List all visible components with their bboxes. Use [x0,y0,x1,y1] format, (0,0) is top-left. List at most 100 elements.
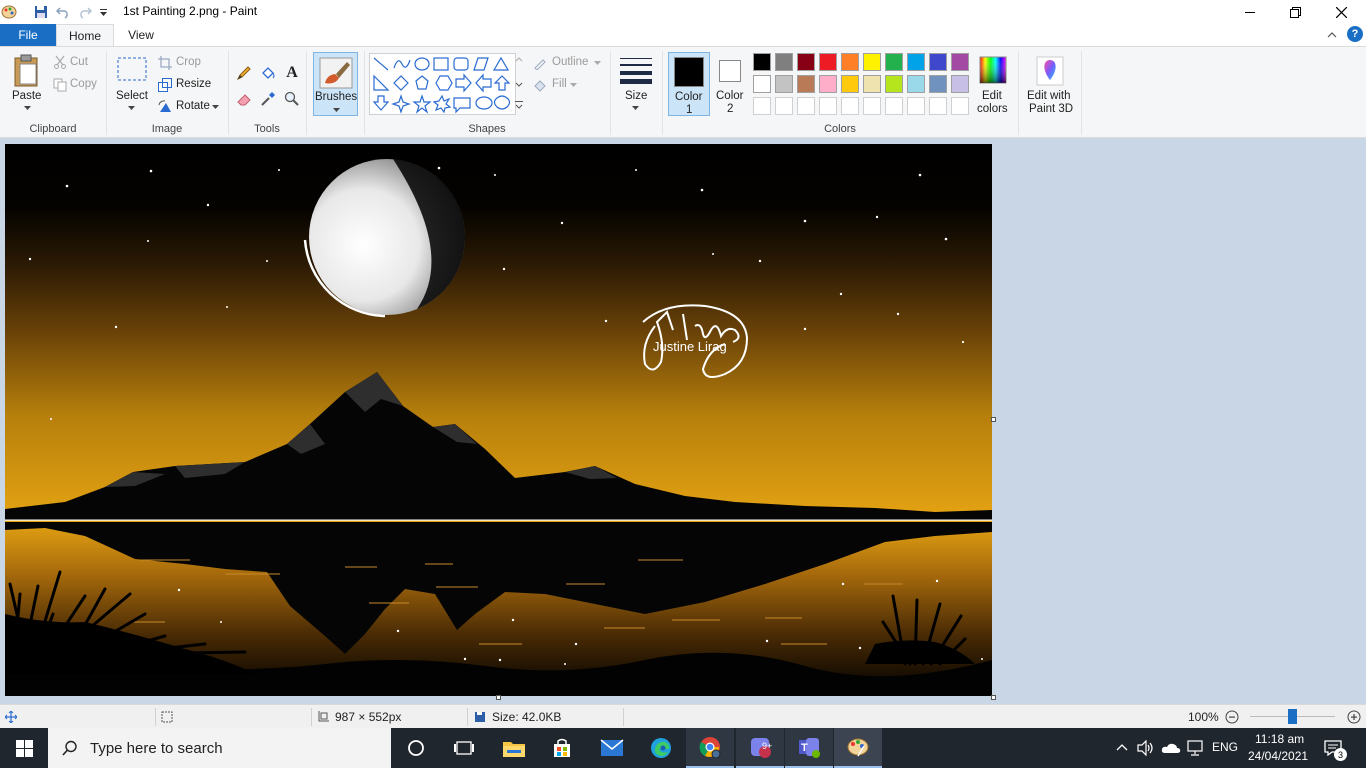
select-button[interactable]: Select [116,90,148,102]
eraser-icon[interactable] [234,89,254,109]
customize-qat-icon[interactable] [97,3,109,21]
palette-custom-slot[interactable] [841,97,859,115]
palette-swatch[interactable] [907,53,925,71]
save-icon[interactable] [32,3,50,21]
size-icon[interactable] [618,55,654,85]
text-icon[interactable]: A [282,63,302,83]
rotate-dropdown-icon[interactable] [211,104,219,110]
tab-file[interactable]: File [0,24,56,46]
paint3d-line2[interactable]: Paint 3D [1029,103,1073,115]
brushes-button[interactable]: Brushes [313,52,358,116]
crop-button[interactable]: Crop [176,56,201,68]
close-button[interactable] [1318,0,1364,24]
edit-colors-line1[interactable]: Edit [982,90,1002,102]
palette-swatch[interactable] [929,75,947,93]
palette-swatch[interactable] [885,75,903,93]
palette-custom-slot[interactable] [885,97,903,115]
fill-shape-icon[interactable] [532,77,548,93]
clock-time[interactable]: 11:18 am [1255,732,1304,746]
resize-handle-right[interactable] [991,417,996,422]
zoom-in-icon[interactable] [1346,709,1362,725]
shapes-scrollbar[interactable] [514,53,525,115]
mail-icon[interactable] [588,728,636,768]
pencil-icon[interactable] [234,63,254,83]
paint-taskbar-icon[interactable] [834,728,882,768]
cut-icon[interactable] [52,54,68,70]
tab-view[interactable]: View [116,24,166,46]
palette-swatch[interactable] [841,75,859,93]
paste-dropdown-icon[interactable] [22,105,32,111]
store-icon[interactable] [538,728,586,768]
palette-swatch[interactable] [929,53,947,71]
restore-button[interactable] [1272,0,1318,24]
outline-icon[interactable] [532,55,548,71]
help-icon[interactable]: ? [1347,26,1363,42]
clock-date[interactable]: 24/04/2021 [1248,749,1308,763]
teams-chat-icon[interactable]: 9+ [736,728,784,768]
cortana-icon[interactable] [392,728,440,768]
network-icon[interactable] [1185,739,1205,757]
outline-dropdown-icon[interactable] [593,60,601,66]
redo-icon[interactable] [76,3,94,21]
palette-custom-slot[interactable] [797,97,815,115]
color-picker-icon[interactable] [258,89,278,109]
palette-custom-slot[interactable] [907,97,925,115]
copy-button[interactable]: Copy [70,78,97,90]
outline-button[interactable]: Outline [552,56,588,68]
resize-button[interactable]: Resize [176,78,211,90]
undo-icon[interactable] [54,3,72,21]
shapes-icons[interactable] [370,54,516,116]
palette-swatch[interactable] [863,53,881,71]
collapse-ribbon-icon[interactable] [1325,28,1339,42]
palette-swatch[interactable] [951,53,969,71]
palette-swatch[interactable] [863,75,881,93]
paint-app-icon[interactable] [0,3,18,21]
volume-icon[interactable] [1137,739,1155,757]
minimize-button[interactable] [1227,0,1273,24]
paste-button[interactable]: Paste [12,90,41,102]
palette-swatch[interactable] [797,53,815,71]
paint3d-icon[interactable] [1034,55,1066,87]
teams-icon[interactable]: T [785,728,833,768]
palette-custom-slot[interactable] [929,97,947,115]
resize-handle-corner[interactable] [991,695,996,700]
size-button[interactable]: Size [625,90,647,102]
shapes-gallery[interactable] [369,53,516,115]
start-button[interactable] [0,728,48,768]
size-dropdown-icon[interactable] [630,105,640,111]
palette-swatch[interactable] [753,75,771,93]
palette-custom-slot[interactable] [775,97,793,115]
palette-custom-slot[interactable] [951,97,969,115]
drawing-canvas[interactable]: Justine Lirag [5,144,992,696]
task-view-icon[interactable] [440,728,488,768]
palette-swatch[interactable] [775,75,793,93]
palette-swatch[interactable] [819,75,837,93]
show-hidden-icons[interactable] [1115,740,1129,754]
fill-dropdown-icon[interactable] [569,82,577,88]
chrome-icon[interactable] [686,728,734,768]
rotate-icon[interactable] [157,99,173,115]
taskbar-search-box[interactable]: Type here to search [48,728,391,768]
palette-swatch[interactable] [951,75,969,93]
cut-button[interactable]: Cut [70,56,88,68]
select-dropdown-icon[interactable] [126,105,136,111]
onedrive-icon[interactable] [1161,740,1181,756]
color1-button[interactable]: Color 1 [668,52,710,116]
palette-swatch[interactable] [775,53,793,71]
color2-button[interactable]: Color 2 [712,52,750,116]
edge-icon[interactable] [637,728,685,768]
zoom-out-icon[interactable] [1224,709,1240,725]
rotate-button[interactable]: Rotate [176,100,210,112]
resize-handle-bottom[interactable] [496,695,501,700]
select-icon[interactable] [116,56,148,82]
edit-colors-line2[interactable]: colors [977,103,1008,115]
fill-icon[interactable] [258,63,278,83]
paste-icon[interactable] [10,53,44,89]
palette-swatch[interactable] [841,53,859,71]
fill-button[interactable]: Fill [552,78,567,90]
zoom-slider-thumb[interactable] [1288,709,1297,724]
palette-custom-slot[interactable] [863,97,881,115]
copy-icon[interactable] [52,77,68,93]
edit-colors-icon[interactable] [978,55,1008,85]
palette-swatch[interactable] [797,75,815,93]
